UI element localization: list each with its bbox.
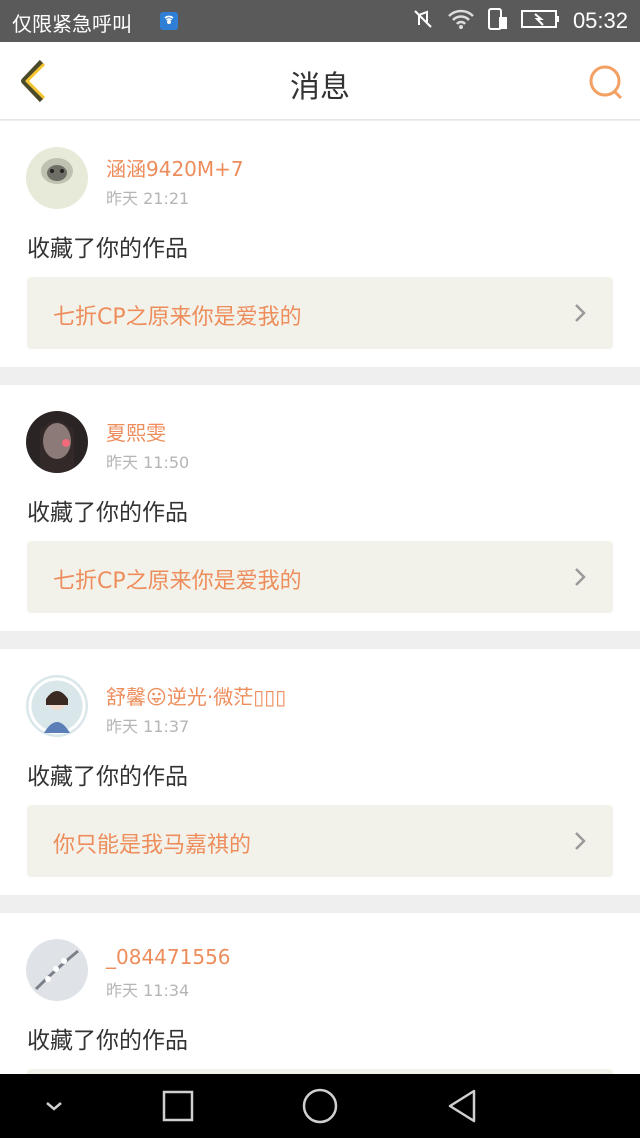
- message-card: 舒馨😛逆光·微茫▯▯▯ 昨天 11:37 收藏了你的作品 你只能是我马嘉祺的: [0, 649, 640, 895]
- battery-charging-icon: [520, 8, 561, 34]
- avatar[interactable]: [26, 147, 88, 209]
- app-header: 消息: [0, 42, 640, 120]
- message-time: 昨天 11:50: [106, 453, 190, 472]
- message-card: _084471556 昨天 11:34 收藏了你的作品: [0, 913, 640, 1074]
- chevron-right-icon: [571, 565, 589, 589]
- action-text: 收藏了你的作品: [27, 500, 188, 526]
- username[interactable]: 夏熙雯: [106, 417, 166, 446]
- work-link[interactable]: 七折CP之原来你是爱我的: [27, 541, 613, 613]
- system-nav-bar: [0, 1074, 640, 1138]
- chevron-right-icon: [571, 829, 589, 853]
- avatar[interactable]: [26, 411, 88, 473]
- hide-nav-icon[interactable]: [34, 1086, 74, 1126]
- message-time: 昨天 11:34: [106, 981, 190, 1000]
- mute-icon: [411, 7, 435, 35]
- recent-apps-icon[interactable]: [158, 1086, 198, 1126]
- username[interactable]: 涵涵9420M+7: [106, 153, 244, 182]
- clock-time: 05:32: [572, 8, 628, 33]
- action-text: 收藏了你的作品: [27, 1028, 188, 1054]
- home-icon[interactable]: [300, 1086, 340, 1126]
- work-title: 七折CP之原来你是爱我的: [53, 305, 302, 330]
- avatar[interactable]: [26, 675, 88, 737]
- back-triangle-icon[interactable]: [442, 1086, 482, 1126]
- work-title: 你只能是我马嘉祺的: [53, 833, 252, 858]
- search-icon[interactable]: [586, 62, 626, 102]
- avatar[interactable]: [26, 939, 88, 1001]
- wifi-icon: [447, 8, 475, 34]
- status-bar: 仅限紧急呼叫 05:32: [0, 0, 640, 42]
- work-link[interactable]: 七折CP之原来你是爱我的: [27, 277, 613, 349]
- message-time: 昨天 21:21: [106, 189, 190, 208]
- chevron-right-icon: [571, 301, 589, 325]
- message-card: 涵涵9420M+7 昨天 21:21 收藏了你的作品 七折CP之原来你是爱我的: [0, 121, 640, 367]
- message-card: 夏熙雯 昨天 11:50 收藏了你的作品 七折CP之原来你是爱我的: [0, 385, 640, 631]
- message-list[interactable]: 涵涵9420M+7 昨天 21:21 收藏了你的作品 七折CP之原来你是爱我的 …: [0, 121, 640, 1074]
- work-link[interactable]: 你只能是我马嘉祺的: [27, 805, 613, 877]
- username[interactable]: _084471556: [106, 945, 231, 969]
- hotspot-icon: [160, 12, 178, 30]
- message-time: 昨天 11:37: [106, 717, 190, 736]
- action-text: 收藏了你的作品: [27, 764, 188, 790]
- username[interactable]: 舒馨😛逆光·微茫▯▯▯: [106, 681, 286, 710]
- carrier-text: 仅限紧急呼叫: [12, 12, 132, 36]
- sim-icon: [487, 7, 509, 35]
- action-text: 收藏了你的作品: [27, 236, 188, 262]
- page-title: 消息: [290, 70, 350, 105]
- work-title: 七折CP之原来你是爱我的: [53, 569, 302, 594]
